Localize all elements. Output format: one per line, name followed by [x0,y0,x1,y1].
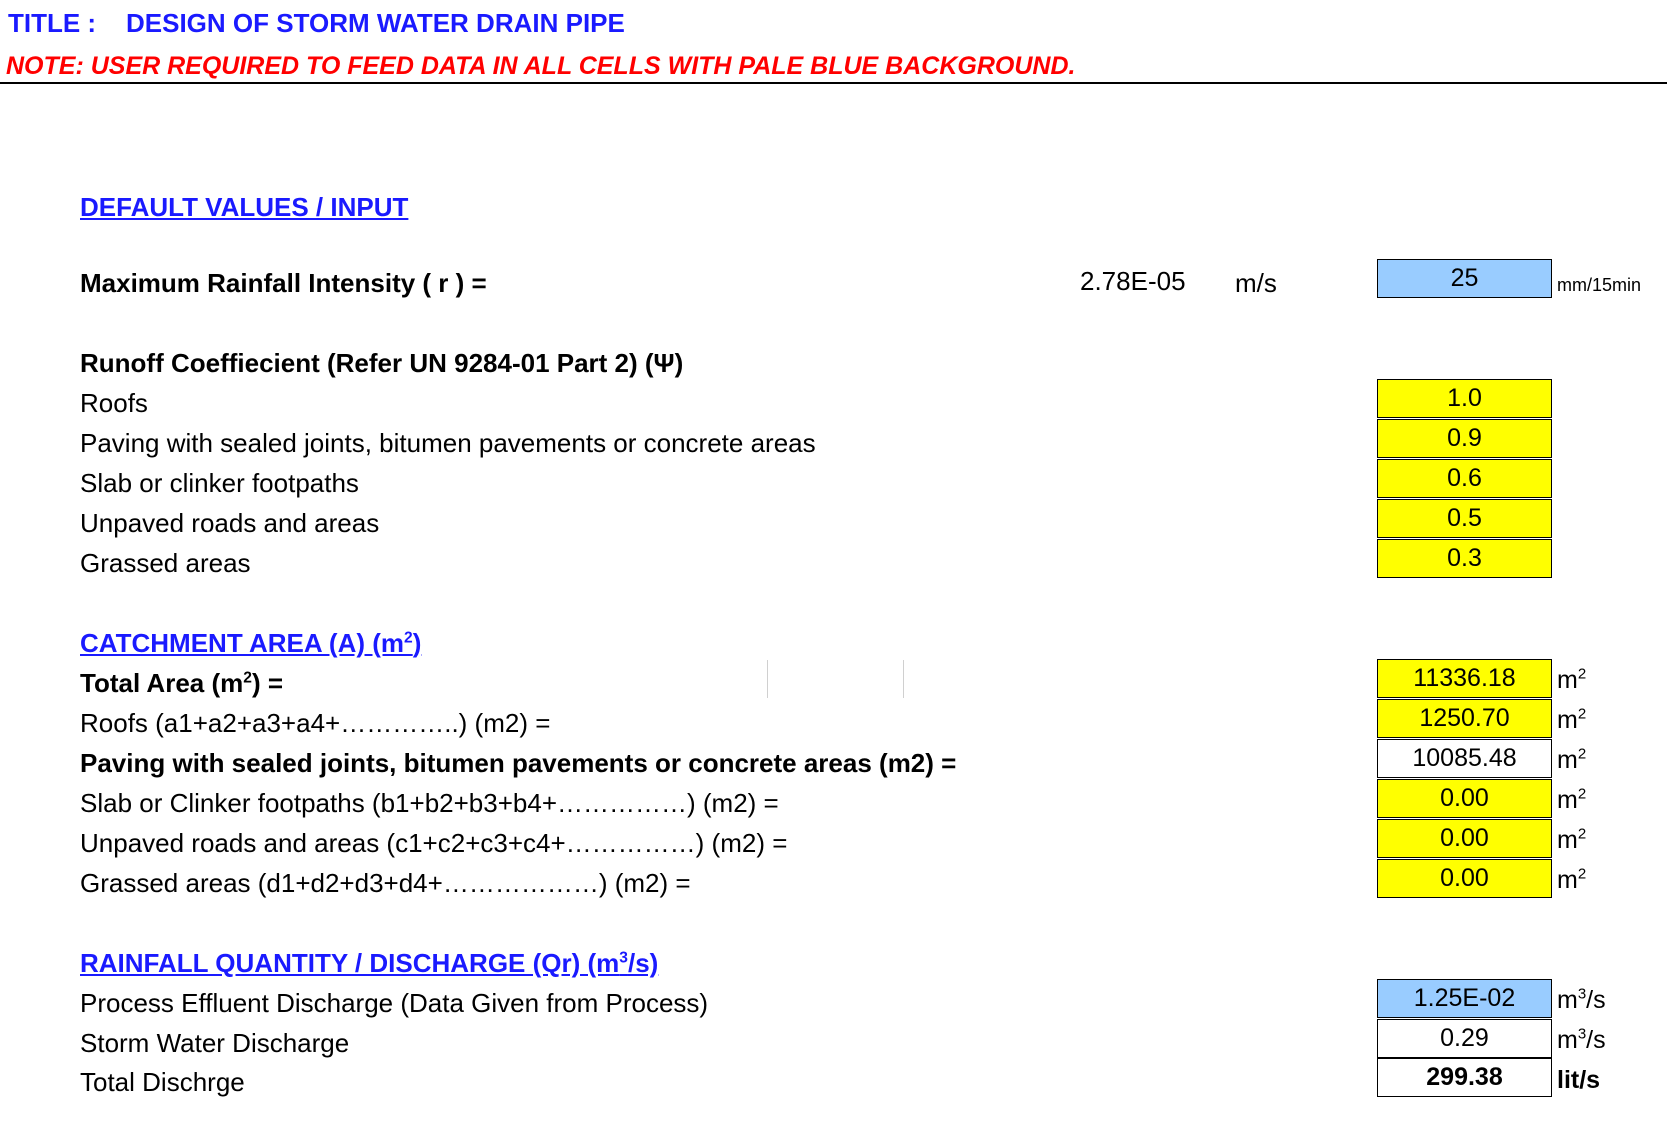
total-discharge-value: 299.38 [1377,1058,1552,1097]
catchment-label-unpaved: Unpaved roads and areas (c1+c2+c3+c4+………… [80,828,788,858]
runoff-value-unpaved[interactable]: 0.5 [1377,499,1552,538]
rainfall-intensity-input[interactable]: 25 [1377,259,1552,298]
runoff-value-grassed[interactable]: 0.3 [1377,539,1552,578]
title-label: TITLE : [8,8,97,38]
runoff-label-slab: Slab or clinker footpaths [80,468,359,498]
catchment-value-unpaved[interactable]: 0.00 [1377,819,1552,858]
runoff-label-grassed: Grassed areas [80,548,251,578]
page-title: DESIGN OF STORM WATER DRAIN PIPE [126,8,625,38]
catchment-label-slab: Slab or Clinker footpaths (b1+b2+b3+b4+…… [80,788,779,818]
section-heading-default-values[interactable]: DEFAULT VALUES / INPUT [80,192,408,223]
total-area-value[interactable]: 11336.18 [1377,659,1552,698]
rainfall-intensity-computed-unit: m/s [1235,268,1277,298]
catchment-unit-paving: m2 [1557,745,1587,774]
gridline [767,660,768,698]
runoff-value-paving[interactable]: 0.9 [1377,419,1552,458]
runoff-heading: Runoff Coeffiecient (Refer UN 9284-01 Pa… [80,348,684,378]
storm-water-discharge-unit: m3/s [1557,1025,1606,1054]
catchment-unit-roofs: m2 [1557,705,1587,734]
runoff-label-paving: Paving with sealed joints, bitumen pavem… [80,428,816,458]
process-effluent-input[interactable]: 1.25E-02 [1377,979,1552,1018]
runoff-value-roofs[interactable]: 1.0 [1377,379,1552,418]
total-discharge-unit: lit/s [1557,1066,1601,1094]
section-heading-catchment[interactable]: CATCHMENT AREA (A) (m2) [80,628,421,659]
catchment-label-roofs: Roofs (a1+a2+a3+a4+…………..) (m2) = [80,708,551,738]
catchment-value-slab[interactable]: 0.00 [1377,779,1552,818]
catchment-unit-unpaved: m2 [1557,825,1587,854]
process-effluent-label: Process Effluent Discharge (Data Given f… [80,988,709,1018]
storm-water-discharge-label: Storm Water Discharge [80,1028,350,1058]
total-area-unit: m2 [1557,665,1587,694]
process-effluent-unit: m3/s [1557,985,1606,1014]
rainfall-intensity-computed: 2.78E-05 [1080,266,1186,296]
catchment-label-grassed: Grassed areas (d1+d2+d3+d4+………………) (m2) … [80,868,691,898]
input-note: NOTE: USER REQUIRED TO FEED DATA IN ALL … [6,52,1076,80]
gridline [903,660,904,698]
total-area-label: Total Area (m2) = [80,668,284,698]
catchment-value-paving: 10085.48 [1377,739,1552,778]
catchment-unit-slab: m2 [1557,785,1587,814]
header-divider [0,82,1667,84]
catchment-unit-grassed: m2 [1557,865,1587,894]
catchment-value-roofs[interactable]: 1250.70 [1377,699,1552,738]
storm-water-discharge-value: 0.29 [1377,1019,1552,1058]
catchment-label-paving: Paving with sealed joints, bitumen pavem… [80,748,957,778]
section-heading-discharge[interactable]: RAINFALL QUANTITY / DISCHARGE (Qr) (m3/s… [80,948,658,979]
rainfall-intensity-label: Maximum Rainfall Intensity ( r ) = [80,268,487,298]
rainfall-intensity-input-unit: mm/15min [1557,275,1642,295]
total-discharge-label: Total Dischrge [80,1067,245,1097]
runoff-label-unpaved: Unpaved roads and areas [80,508,380,538]
runoff-label-roofs: Roofs [80,388,148,418]
runoff-value-slab[interactable]: 0.6 [1377,459,1552,498]
catchment-value-grassed[interactable]: 0.00 [1377,859,1552,898]
